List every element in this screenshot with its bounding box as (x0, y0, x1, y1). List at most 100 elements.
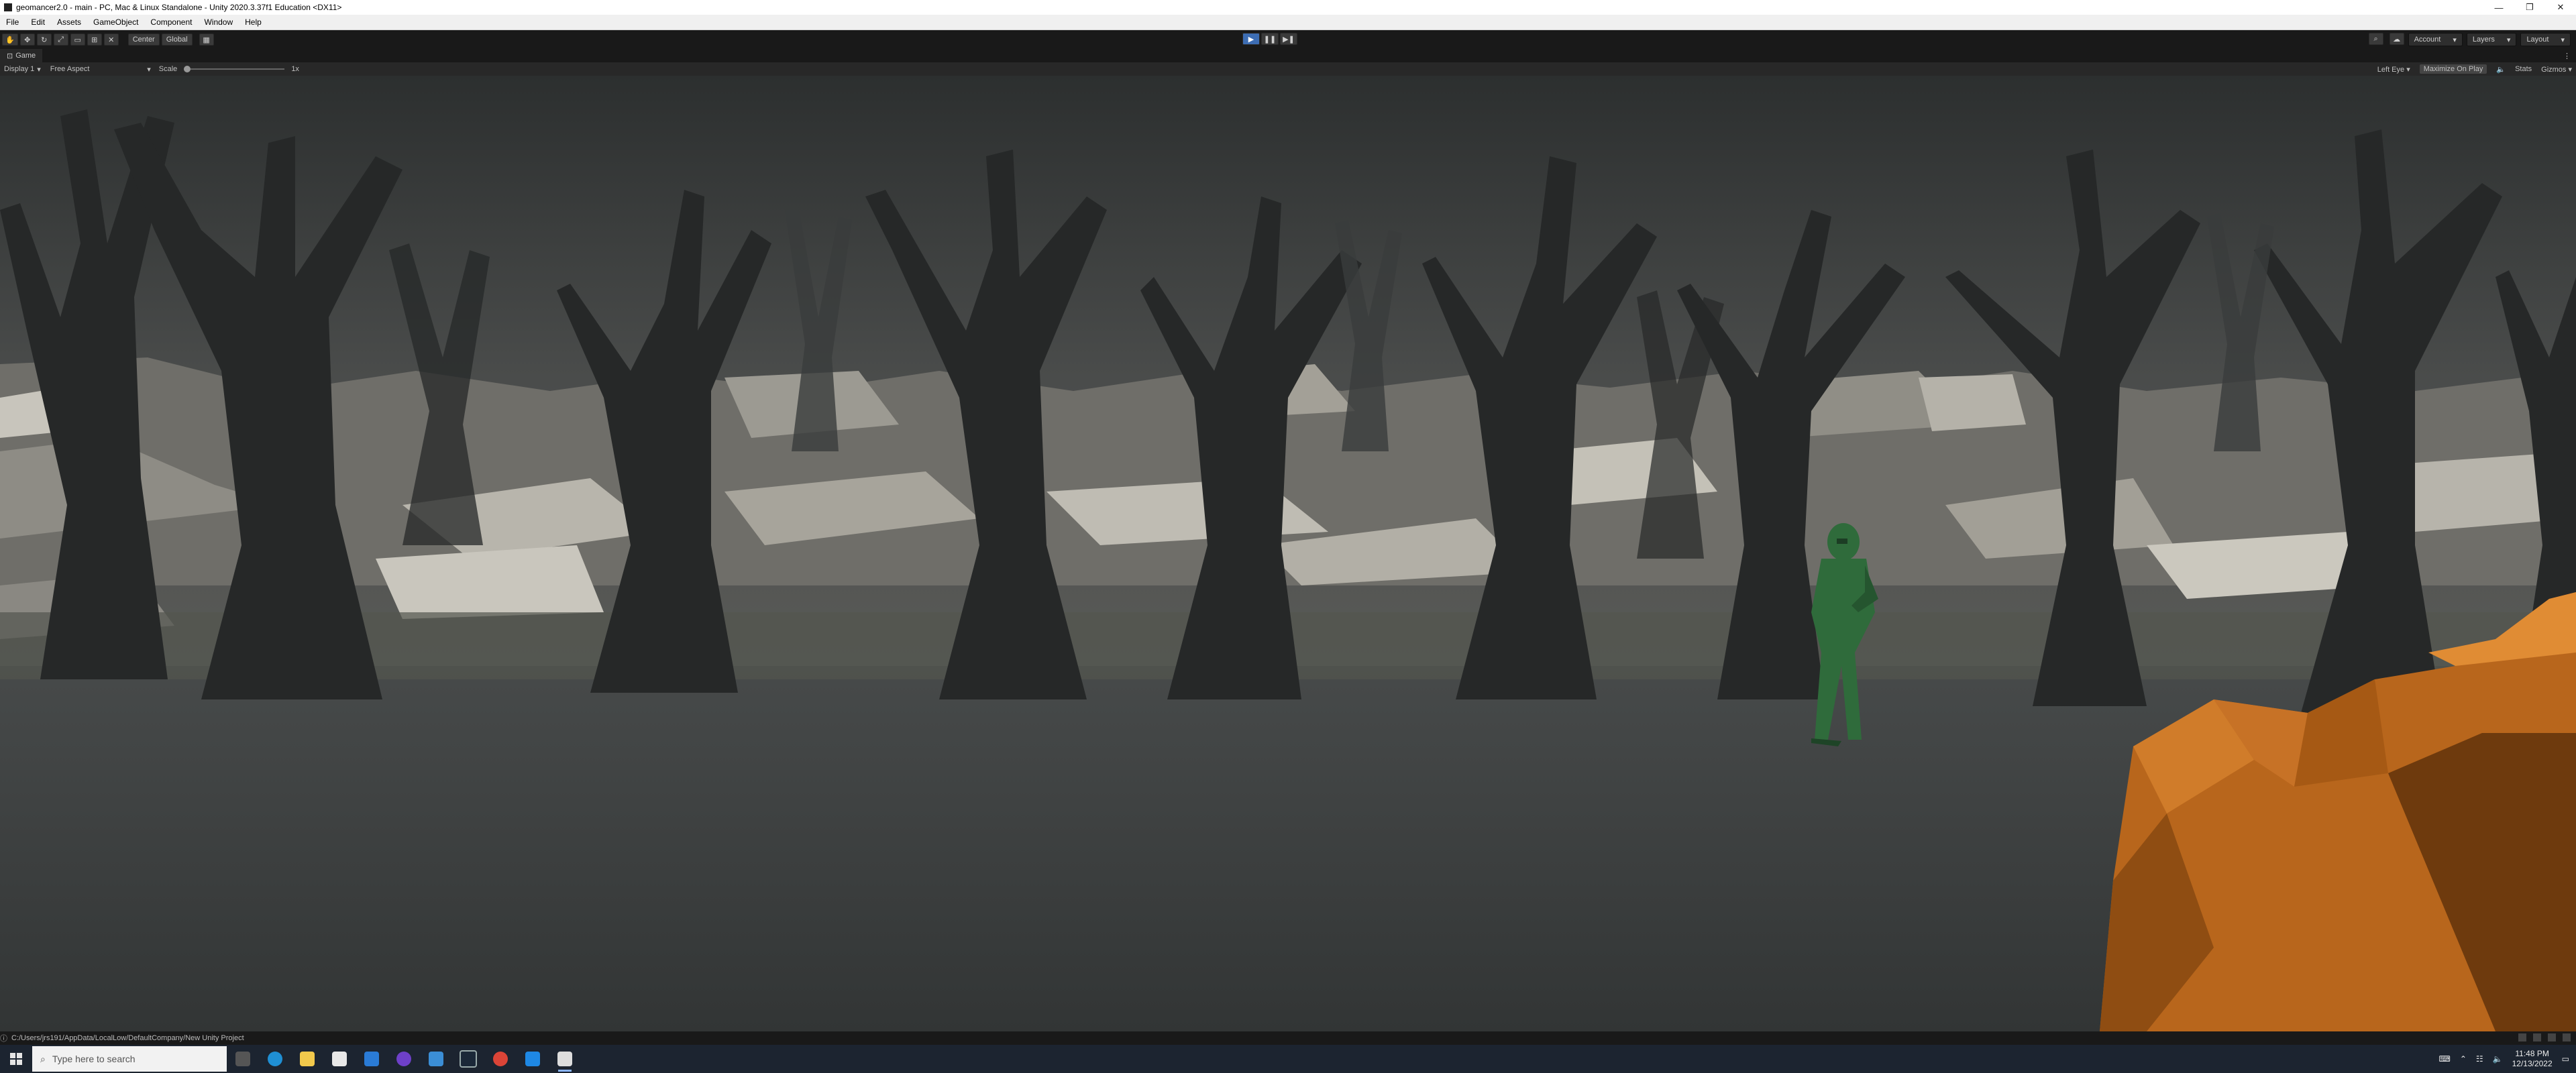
menu-assets[interactable]: Assets (51, 17, 87, 27)
layers-label: Layers (2472, 36, 2495, 44)
collab-icon[interactable] (2533, 1033, 2541, 1041)
cloud-icon[interactable]: ☁ (2389, 33, 2404, 45)
playmode-controls: ▶ ❚❚ ▶❚ (1242, 33, 1297, 45)
aspect-dropdown[interactable]: Free Aspect ▾ (50, 65, 151, 74)
scale-control: Scale 1x (159, 65, 299, 73)
gizmos-dropdown[interactable]: Gizmos ▾ (2541, 65, 2572, 74)
game-view-options: Left Eye ▾ Maximize On Play 🔈 Stats Gizm… (2377, 62, 2572, 76)
step-button[interactable]: ▶❚ (1280, 33, 1297, 45)
restore-button[interactable]: ❐ (2514, 2, 2545, 13)
app-icon[interactable] (420, 1045, 452, 1073)
scale-label: Scale (158, 65, 178, 73)
settings-icon[interactable] (2563, 1033, 2571, 1041)
search-placeholder: Type here to search (52, 1054, 136, 1064)
chevron-down-icon: ▾ (2561, 36, 2565, 44)
unity-icon[interactable] (549, 1045, 581, 1073)
stats-toggle[interactable]: Stats (2515, 65, 2532, 73)
toolbar-right: ⌕ ☁ Account ▾ Layers ▾ Layout ▾ (2367, 33, 2571, 46)
chevron-up-icon[interactable]: ⌃ (2460, 1054, 2467, 1064)
tab-game[interactable]: ⊡ Game (0, 49, 43, 62)
pivot-global-label: Global (166, 36, 188, 44)
more-options-icon[interactable]: ⋮ (2563, 52, 2571, 60)
custom-tool-icon[interactable]: ✕ (103, 34, 119, 46)
system-tray: ⌨ ⌃ ☷ 🔈 11:48 PM 12/13/2022 ▭ (2438, 1045, 2576, 1073)
eye-label: Left Eye (2377, 65, 2405, 74)
tab-game-label: Game (15, 52, 36, 60)
maximize-on-play-toggle[interactable]: Maximize On Play (2419, 64, 2487, 74)
window-titlebar: geomancer2.0 - main - PC, Mac & Linux St… (0, 0, 2576, 15)
menu-edit[interactable]: Edit (25, 17, 51, 27)
start-button[interactable] (0, 1045, 32, 1073)
gizmos-label: Gizmos (2541, 65, 2567, 74)
progress-icon[interactable] (2518, 1033, 2526, 1041)
info-icon: ⓘ (0, 1035, 7, 1043)
layout-dropdown[interactable]: Layout ▾ (2520, 33, 2571, 46)
volume-icon[interactable]: 🔈 (2493, 1054, 2503, 1064)
menu-file[interactable]: File (0, 17, 25, 27)
chevron-down-icon: ▾ (37, 65, 41, 74)
chevron-down-icon: ▾ (147, 65, 151, 74)
chrome-icon[interactable] (484, 1045, 517, 1073)
gamepad-icon: ⊡ (7, 52, 13, 60)
taskbar-search[interactable]: ⌕ Type here to search (32, 1046, 227, 1072)
layers-dropdown[interactable]: Layers ▾ (2466, 33, 2517, 46)
windows-logo-icon (10, 1053, 22, 1065)
scale-tool-icon[interactable]: ⤢ (53, 34, 68, 46)
move-tool-icon[interactable]: ✥ (19, 34, 35, 46)
play-button[interactable]: ▶ (1242, 33, 1260, 45)
main-toolbar: ✋ ✥ ↻ ⤢ ▭ ⊞ ✕ Center Global ▦ ▶ ❚❚ ▶❚ ⌕ … (0, 30, 2576, 49)
account-dropdown[interactable]: Account ▾ (2408, 33, 2463, 46)
file-explorer-icon[interactable] (291, 1045, 323, 1073)
clock-time: 11:48 PM (2515, 1049, 2549, 1058)
grid-snap-icon[interactable]: ▦ (199, 34, 214, 46)
search-icon[interactable]: ⌕ (2368, 33, 2383, 45)
github-desktop-icon[interactable] (388, 1045, 420, 1073)
steam-icon[interactable] (452, 1045, 484, 1073)
window-title: geomancer2.0 - main - PC, Mac & Linux St… (16, 3, 342, 12)
account-label: Account (2414, 36, 2441, 44)
scale-slider-handle[interactable] (184, 66, 191, 72)
maximize-label: Maximize On Play (2423, 65, 2483, 73)
game-viewport[interactable] (0, 76, 2576, 1031)
pivot-global-button[interactable]: Global (161, 34, 193, 46)
unity-logo-icon (4, 3, 12, 11)
status-bar: ⓘ C:/Users/jrs191/AppData/LocalLow/Defau… (0, 1031, 2576, 1045)
notifications-icon[interactable]: ▭ (2562, 1054, 2569, 1064)
status-icons (2518, 1033, 2571, 1041)
menu-bar: File Edit Assets GameObject Component Wi… (0, 15, 2576, 30)
menu-gameobject[interactable]: GameObject (87, 17, 144, 27)
scale-slider[interactable] (184, 66, 285, 72)
close-button[interactable]: ✕ (2545, 2, 2576, 13)
game-view-toolbar: Display 1 ▾ Free Aspect ▾ Scale 1x Left Ey… (0, 62, 2576, 76)
mute-audio-icon[interactable]: 🔈 (2496, 65, 2506, 74)
chevron-down-icon: ▾ (2506, 36, 2511, 44)
keyboard-icon[interactable]: ⌨ (2438, 1054, 2450, 1064)
minimize-button[interactable]: — (2483, 3, 2514, 13)
rect-tool-icon[interactable]: ▭ (70, 34, 85, 46)
network-icon[interactable]: ☷ (2476, 1054, 2483, 1064)
menu-window[interactable]: Window (198, 17, 239, 27)
menu-help[interactable]: Help (239, 17, 268, 27)
transform-tool-icon[interactable]: ⊞ (87, 34, 102, 46)
debug-icon[interactable] (2548, 1033, 2556, 1041)
search-icon: ⌕ (40, 1053, 46, 1064)
status-path[interactable]: C:/Users/jrs191/AppData/LocalLow/Default… (11, 1034, 244, 1042)
menu-component[interactable]: Component (144, 17, 198, 27)
scale-value: 1x (291, 65, 299, 73)
hand-tool-icon[interactable]: ✋ (2, 34, 18, 46)
vscode-icon[interactable] (517, 1045, 549, 1073)
eye-dropdown[interactable]: Left Eye ▾ (2377, 65, 2410, 74)
clock-date: 12/13/2022 (2512, 1059, 2553, 1068)
store-icon[interactable] (323, 1045, 356, 1073)
stats-label: Stats (2515, 65, 2532, 73)
edge-icon[interactable] (259, 1045, 291, 1073)
game-scene (0, 76, 2576, 1031)
pause-button[interactable]: ❚❚ (1261, 33, 1279, 45)
task-view-icon[interactable] (227, 1045, 259, 1073)
clock[interactable]: 11:48 PM 12/13/2022 (2512, 1049, 2553, 1069)
mail-icon[interactable] (356, 1045, 388, 1073)
pivot-center-button[interactable]: Center (127, 34, 160, 46)
chevron-down-icon: ▾ (2453, 36, 2457, 44)
rotate-tool-icon[interactable]: ↻ (36, 34, 52, 46)
display-dropdown[interactable]: Display 1 ▾ (4, 65, 41, 74)
